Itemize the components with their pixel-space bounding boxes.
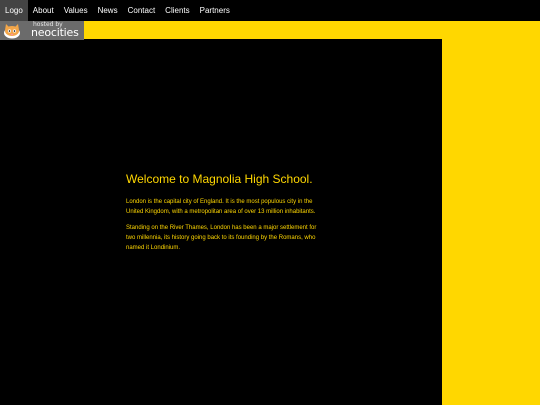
paragraph-history: Standing on the River Thames, London has… bbox=[126, 225, 317, 251]
nav-item-clients[interactable]: Clients bbox=[160, 0, 194, 21]
nav-item-partners[interactable]: Partners bbox=[195, 0, 235, 21]
content-section: Welcome to Magnolia High School. London … bbox=[126, 169, 324, 259]
nav-item-about[interactable]: About bbox=[28, 0, 59, 21]
paragraph-intro: London is the capital city of England. I… bbox=[126, 199, 316, 215]
nav-item-contact[interactable]: Contact bbox=[123, 0, 161, 21]
cat-icon bbox=[4, 24, 20, 39]
neocities-badge[interactable]: hosted by neocities bbox=[0, 21, 84, 40]
badge-neocities-text: neocities bbox=[31, 26, 79, 39]
nav-item-values[interactable]: Values bbox=[59, 0, 93, 21]
nav-item-news[interactable]: News bbox=[93, 0, 123, 21]
page-title: Welcome to Magnolia High School. bbox=[126, 172, 313, 186]
nav-item-logo[interactable]: Logo bbox=[0, 0, 28, 21]
top-navbar: Logo About Values News Contact Clients P… bbox=[0, 0, 540, 21]
